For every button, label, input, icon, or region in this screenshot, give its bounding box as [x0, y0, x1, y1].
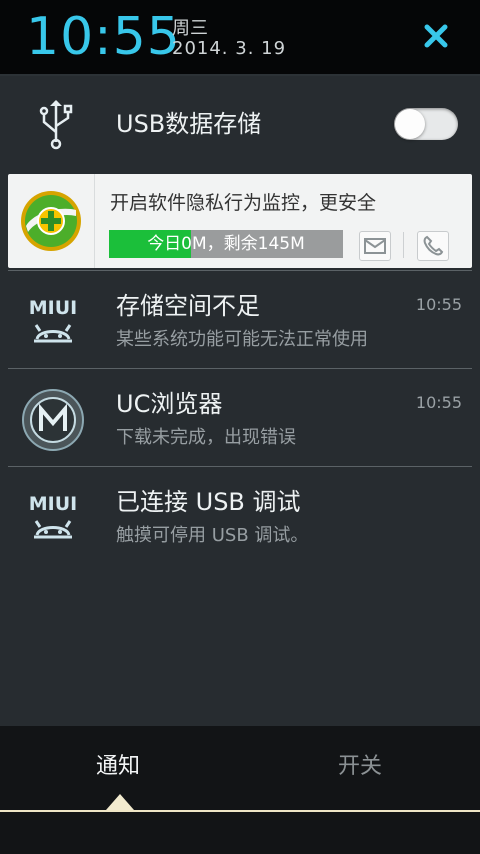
- notification-title: 已连接 USB 调试: [116, 488, 301, 516]
- miui-label: MIUI: [29, 493, 77, 515]
- usb-storage-label: USB数据存储: [116, 110, 262, 138]
- clock-time: 10:55: [26, 7, 181, 67]
- card-divider: [403, 232, 404, 258]
- mail-icon[interactable]: [359, 231, 391, 261]
- notification-usb-debug[interactable]: MIUI 已连接 USB 调试 触摸可停用 USB 调试。: [8, 466, 472, 564]
- progress-text: 今日0M，剩余145M: [147, 234, 305, 254]
- usb-storage-row[interactable]: USB数据存储: [0, 76, 480, 174]
- usb-storage-toggle[interactable]: [394, 108, 458, 140]
- notification-title: UC浏览器: [116, 390, 223, 418]
- date-label: 2014. 3. 19: [172, 38, 287, 59]
- active-tab-indicator: [106, 794, 134, 810]
- miui-android-icon: MIUI: [20, 485, 86, 551]
- miui-label: MIUI: [29, 297, 77, 319]
- card-logo-area: [8, 174, 95, 268]
- 360-security-icon: [18, 188, 84, 254]
- notification-description: 下载未完成，出现错误: [116, 427, 296, 448]
- notification-uc-browser[interactable]: UC浏览器 下载未完成，出现错误 10:55: [8, 368, 472, 466]
- notification-header: 10:55 周三 2014. 3. 19: [0, 0, 480, 76]
- notification-storage-low[interactable]: MIUI 存储空间不足 某些系统功能可能无法正常使用 10:55: [8, 270, 472, 368]
- m-circle-icon: [20, 387, 86, 453]
- phone-icon[interactable]: [417, 231, 449, 261]
- toggle-knob: [395, 109, 425, 139]
- miui-android-icon: MIUI: [20, 289, 86, 355]
- security-card-text: 开启软件隐私行为监控，更安全: [110, 192, 377, 214]
- tab-notifications[interactable]: 通知: [96, 748, 140, 780]
- usb-icon: [36, 98, 76, 150]
- notification-description: 某些系统功能可能无法正常使用: [116, 329, 368, 350]
- weekday-label: 周三: [172, 18, 208, 39]
- notification-title: 存储空间不足: [116, 292, 260, 320]
- notification-description: 触摸可停用 USB 调试。: [116, 525, 309, 546]
- notification-panel: USB数据存储 开启软件隐私行为监控，更安全 今日0M，剩余145M MIUI …: [0, 76, 480, 726]
- notification-time: 10:55: [415, 393, 462, 412]
- close-icon[interactable]: [420, 20, 452, 52]
- bottom-tab-bar: 通知 开关: [0, 726, 480, 854]
- security-card[interactable]: 开启软件隐私行为监控，更安全 今日0M，剩余145M: [8, 174, 472, 268]
- notification-time: 10:55: [415, 295, 462, 314]
- tab-switches[interactable]: 开关: [338, 748, 382, 780]
- traffic-progress-bar: 今日0M，剩余145M: [109, 230, 343, 258]
- tab-underline: [0, 810, 480, 812]
